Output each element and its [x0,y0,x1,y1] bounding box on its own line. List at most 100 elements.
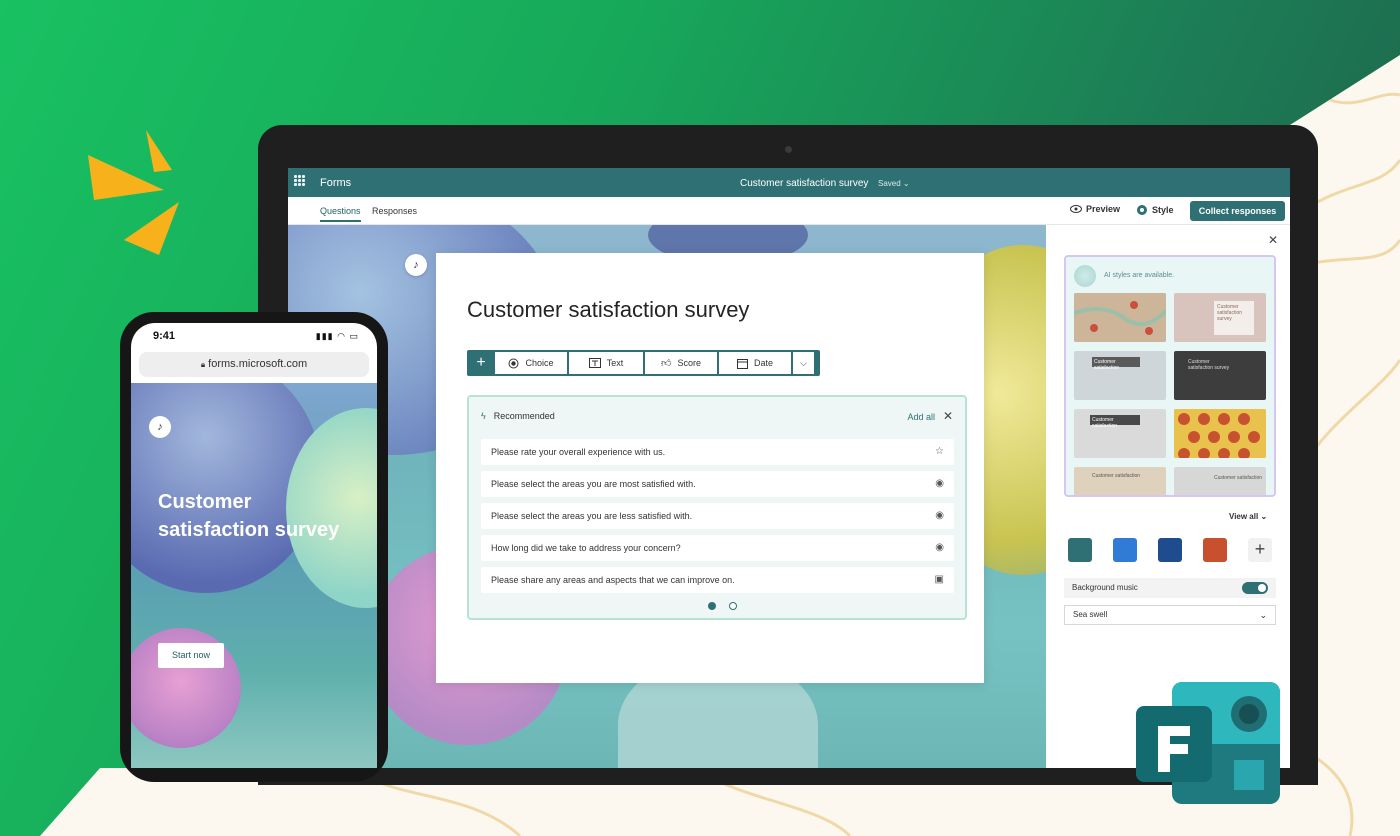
chevron-down-icon: ⌄ [1260,512,1268,521]
chevron-down-icon: ⌄ [902,179,910,188]
ai-sparkle-icon [1074,265,1096,287]
view-all-link[interactable]: View all ⌄ [1229,512,1267,521]
app-header: Forms Customer satisfaction survey Saved… [288,168,1290,197]
save-status[interactable]: Saved ⌄ [878,179,910,188]
status-icons: ▮▮▮ ◠ ▭ [315,331,359,341]
radio-icon: ◉ [935,542,944,553]
choice-label: Choice [525,358,554,368]
form-card: Customer satisfaction survey + Choice Te… [436,253,984,683]
recommended-item[interactable]: How long did we take to address your con… [481,535,954,561]
recommended-item-text: Please share any areas and aspects that … [491,575,735,585]
thumbnail-text: Customer satisfaction [1214,475,1263,481]
style-thumbnail[interactable] [1074,293,1166,342]
radio-icon [508,358,519,368]
color-swatch-navy[interactable] [1158,538,1182,562]
app-launcher-icon[interactable] [294,175,305,186]
thumbnail-card: Customer satisfaction survey [1214,301,1254,335]
recommended-item-text: Please rate your overall experience with… [491,447,666,457]
sparkle-decoration-icon [88,130,179,255]
pagination-dots [708,602,737,610]
preview-label: Preview [1086,204,1121,214]
thumbnail-text: Customer satisfaction survey [1188,359,1230,371]
color-swatch-orange[interactable] [1203,538,1227,562]
text-icon [588,358,601,368]
recommended-questions-panel: ϟ Recommended Add all ✕ Please rate your… [467,395,967,620]
thumbnail-text: Customer satisfaction [1094,359,1120,371]
music-track-value: Sea swell [1073,610,1108,619]
color-swatch-teal[interactable] [1068,538,1092,562]
ai-styles-box: AI styles are available. Customer satisf… [1064,255,1276,497]
start-now-button[interactable]: Start now [158,643,224,668]
style-thumbnail[interactable]: Customer satisfaction survey [1174,351,1266,400]
document-title[interactable]: Customer satisfaction survey [740,178,868,189]
recommended-item[interactable]: Please select the areas you are less sat… [481,503,954,529]
close-icon[interactable]: ✕ [1268,233,1278,247]
add-date-button[interactable]: Date [719,352,791,374]
color-swatch-blue[interactable] [1113,538,1137,562]
phone-form-canvas: ♪ Customer satisfaction survey Start now [131,383,377,768]
map-pattern [1074,293,1166,342]
add-choice-button[interactable]: Choice [495,352,567,374]
text-label: Text [606,358,624,368]
close-icon[interactable]: ✕ [943,409,953,423]
tab-questions[interactable]: Questions [320,206,361,222]
calendar-icon [736,358,748,369]
command-bar: Questions Responses Preview Style Collec… [288,197,1290,225]
thumbnail-card: Customer satisfaction [1092,357,1140,371]
add-text-button[interactable]: Text [569,352,643,374]
text-icon: ▣ [934,574,944,585]
background-music-toggle[interactable] [1242,582,1268,594]
thumbnail-text: Customer satisfaction [1092,417,1118,429]
recommended-item-text: How long did we take to address your con… [491,543,681,553]
recommended-item[interactable]: Please share any areas and aspects that … [481,567,954,593]
recommended-item[interactable]: Please rate your overall experience with… [481,439,954,465]
style-button[interactable]: Style [1136,204,1174,216]
music-note-icon[interactable]: ♪ [149,416,171,438]
microsoft-forms-logo-icon [1136,682,1280,804]
style-label: Style [1152,205,1174,215]
collect-responses-button[interactable]: Collect responses [1190,201,1285,221]
recommended-header: ϟ Recommended [481,411,555,421]
style-thumbnail[interactable]: Customer satisfaction survey [1174,293,1266,342]
phone-form-title: Customer satisfaction survey [158,491,340,541]
score-label: Score [677,358,701,368]
eye-icon [1070,205,1082,213]
phone-time: 9:41 [153,330,176,342]
style-thumbnail[interactable]: Customer satisfaction [1074,467,1166,495]
tab-responses[interactable]: Responses [372,206,417,216]
style-thumbnail[interactable]: Customer satisfaction [1074,351,1166,400]
recommended-heading: Recommended [493,411,555,421]
style-thumbnail[interactable] [1174,409,1266,458]
style-thumbnail[interactable]: Customer satisfaction [1074,409,1166,458]
url-bar[interactable]: 🔒︎ forms.microsoft.com [139,352,369,377]
lock-icon: 🔒︎ [200,360,206,369]
thumbnail-card: Customer satisfaction survey [1188,359,1232,371]
style-thumbnail[interactable]: Customer satisfaction [1174,467,1266,495]
add-color-icon[interactable]: + [1248,538,1272,562]
thumbnail-card: Customer satisfaction [1090,415,1140,429]
pizza-pattern [1174,409,1266,458]
page-dot[interactable] [708,602,716,610]
more-types-chevron-icon[interactable]: ⌵ [793,352,814,374]
music-note-icon[interactable]: ♪ [405,254,427,276]
music-track-select[interactable]: Sea swell ⌄ [1064,605,1276,625]
ai-styles-label: AI styles are available. [1104,272,1175,279]
thumbnail-text: Customer satisfaction [1092,473,1141,479]
date-label: Date [753,358,773,368]
radio-icon: ◉ [935,478,944,489]
add-score-button[interactable]: 👍︎ Score [645,352,717,374]
recommended-item-text: Please select the areas you are most sat… [491,479,696,489]
add-all-button[interactable]: Add all [907,412,935,422]
form-title[interactable]: Customer satisfaction survey [467,297,749,323]
preview-button[interactable]: Preview [1070,204,1120,214]
recommended-item[interactable]: Please select the areas you are most sat… [481,471,954,497]
chevron-down-icon: ⌄ [1259,610,1267,620]
url-text: forms.microsoft.com [208,358,308,370]
page-dot[interactable] [729,602,737,610]
save-status-label: Saved [878,179,901,188]
question-type-toolbar: + Choice Text 👍︎ Score Date ⌵ [467,350,820,376]
lightning-icon: ϟ [481,411,486,421]
app-name[interactable]: Forms [320,177,351,189]
add-question-icon[interactable]: + [469,352,493,374]
radio-icon: ◉ [935,510,944,521]
